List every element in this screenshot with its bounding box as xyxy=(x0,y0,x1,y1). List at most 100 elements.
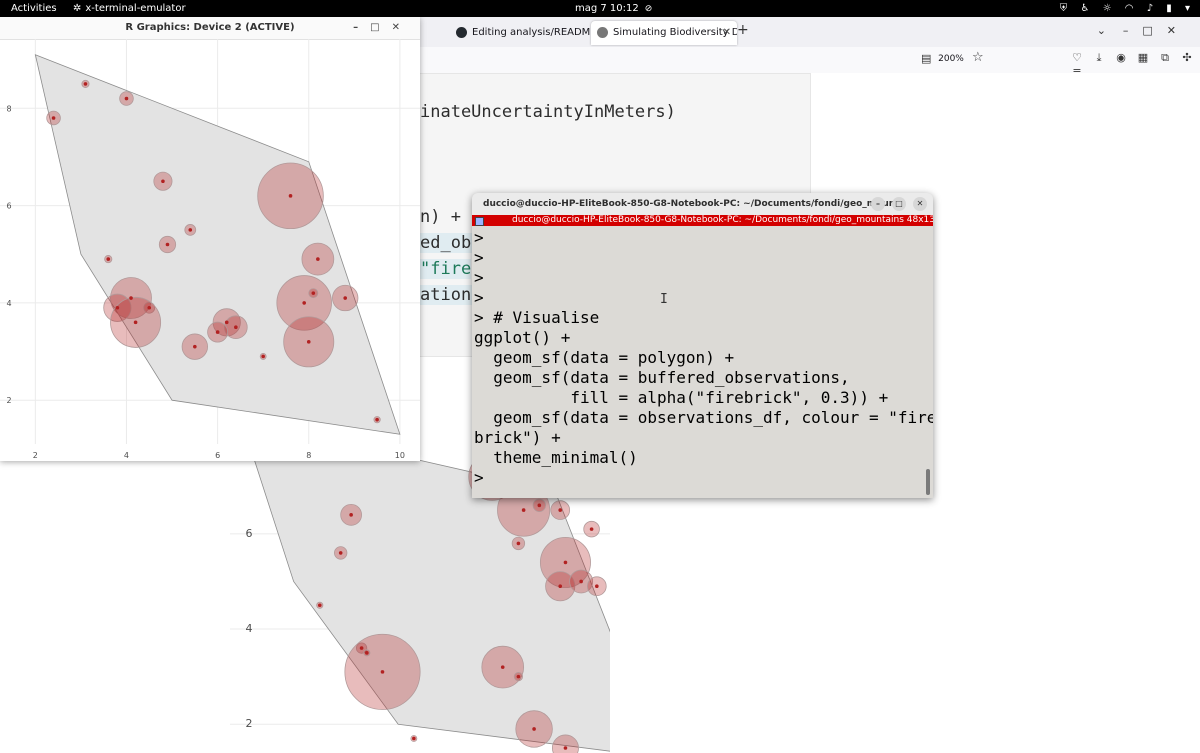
site-favicon-icon xyxy=(597,26,608,38)
observation-point xyxy=(359,646,364,650)
observation-point xyxy=(338,551,343,555)
zoom-level-button[interactable]: 200% xyxy=(937,52,965,67)
observation-point xyxy=(516,674,521,679)
pocket-icon[interactable]: ♡ xyxy=(1066,51,1088,64)
observation-point xyxy=(349,513,353,517)
observation-point xyxy=(558,508,563,512)
battery-icon: ▮ xyxy=(1166,3,1172,14)
github-icon xyxy=(456,26,467,38)
observation-point xyxy=(124,96,129,101)
study-area-polygon xyxy=(251,453,610,752)
browser-window-controls[interactable]: –□✕ xyxy=(1123,24,1190,37)
terminal-app-icon: ✲ xyxy=(73,3,82,14)
y-tick-label: 2 xyxy=(6,396,11,405)
observation-point xyxy=(521,508,526,512)
observation-point xyxy=(516,541,521,546)
page-plot: 2 4 6 xyxy=(230,453,610,753)
terminal-output[interactable]: > > > > > # Visualise ggplot() + geom_sf… xyxy=(474,228,933,496)
xterm-title: duccio@duccio-HP-EliteBook-850-G8-Notebo… xyxy=(512,215,933,225)
minimize-button[interactable]: – xyxy=(871,197,885,211)
reader-view-icon[interactable]: ▤ xyxy=(921,52,931,65)
top-bar: Activities ✲ x-terminal-emulator mag 7 10… xyxy=(0,0,1200,17)
observation-point xyxy=(558,584,563,589)
observation-point xyxy=(133,320,138,325)
observation-point xyxy=(537,503,542,508)
list-tabs-chevron-icon[interactable]: ⌄ xyxy=(1097,24,1106,37)
code-line: inateUncertaintyInMeters) xyxy=(420,102,676,122)
observation-point xyxy=(589,527,594,531)
x-tick-label: 10 xyxy=(395,451,405,460)
observation-point xyxy=(365,651,369,655)
observation-point xyxy=(165,242,170,247)
window-title: duccio@duccio-HP-EliteBook-850-G8-Notebo… xyxy=(483,199,906,209)
terminal-scrollbar[interactable] xyxy=(926,469,930,495)
x-tick-label: 6 xyxy=(215,451,220,460)
app-menu-label: x-terminal-emulator xyxy=(85,3,186,14)
observation-point xyxy=(188,228,193,232)
observation-point xyxy=(302,301,306,305)
observation-point xyxy=(375,417,379,422)
terminal-line: geom_sf(data = polygon) + xyxy=(474,348,735,367)
activities-button[interactable]: Activities xyxy=(11,0,57,17)
terminal-line: > xyxy=(474,248,484,267)
observation-point xyxy=(412,736,416,741)
xterm-icon xyxy=(475,217,484,226)
code-line: "fire xyxy=(420,259,472,279)
account-icon[interactable]: ◉ xyxy=(1110,51,1132,64)
accessibility-icon: ♿ xyxy=(1080,3,1090,14)
clock[interactable]: mag 7 10:12 ⊘ xyxy=(575,0,652,17)
terminal-line: > xyxy=(474,268,484,287)
r-graphics-window[interactable]: R Graphics: Device 2 (ACTIVE) –□✕ 2 4 6 8 10… xyxy=(0,17,420,461)
code-line: n) + xyxy=(420,207,461,227)
y-tick-label: 2 xyxy=(246,717,253,730)
observation-point xyxy=(161,179,165,184)
terminal-line: theme_minimal() xyxy=(474,448,638,467)
observation-point xyxy=(563,746,568,750)
terminal-line: geom_sf(data = buffered_observations, xyxy=(474,368,850,387)
terminal-titlebar[interactable]: duccio@duccio-HP-EliteBook-850-G8-Notebo… xyxy=(472,193,933,215)
bookmark-star-icon[interactable]: ☆ xyxy=(972,50,984,65)
observation-point xyxy=(51,116,56,120)
app-menu[interactable]: ✲ x-terminal-emulator xyxy=(73,0,186,17)
maximize-button[interactable]: □ xyxy=(892,197,906,211)
tab-simulating-biodiversity[interactable]: Simulating Biodiversity D ✕ xyxy=(591,21,737,45)
window-controls[interactable]: –□✕ xyxy=(353,17,412,39)
observation-point xyxy=(106,257,111,261)
extension-icon[interactable]: ⧉ xyxy=(1154,51,1176,65)
observation-point xyxy=(129,296,133,300)
new-tab-button[interactable]: + xyxy=(737,22,749,38)
system-tray[interactable]: ⛨ ♿ ☼ ◠ ♪ ▮ ▾ xyxy=(1050,0,1190,17)
observation-point xyxy=(83,82,88,86)
observation-point xyxy=(380,670,385,674)
extensions-puzzle-icon[interactable]: ✣ xyxy=(1176,51,1198,64)
observation-point xyxy=(343,296,348,300)
y-tick-label: 8 xyxy=(6,104,11,113)
observation-point xyxy=(215,330,220,334)
terminal-line: ggplot() + xyxy=(474,328,571,347)
terminal-line: > xyxy=(474,228,484,247)
close-tab-icon[interactable]: ✕ xyxy=(723,21,731,45)
terminal-prompt: > xyxy=(474,468,484,487)
r-graphics-titlebar[interactable]: R Graphics: Device 2 (ACTIVE) –□✕ xyxy=(0,17,420,40)
close-button[interactable]: ✕ xyxy=(913,197,927,211)
x-tick-label: 8 xyxy=(306,451,311,460)
observation-point xyxy=(234,325,238,330)
observation-point xyxy=(311,291,316,295)
terminal-line: brick") + xyxy=(474,428,561,447)
observation-point xyxy=(224,320,229,325)
tab-label: Editing analysis/README xyxy=(472,27,594,38)
observation-point xyxy=(317,603,322,608)
downloads-icon[interactable]: ⤓ xyxy=(1088,51,1110,65)
observation-point xyxy=(306,340,311,344)
tab-editing-readme[interactable]: Editing analysis/README xyxy=(450,21,594,45)
xterm-titlebar: duccio@duccio-HP-EliteBook-850-G8-Notebo… xyxy=(472,215,933,226)
observation-point xyxy=(595,584,599,589)
terminal-line: > # Visualise xyxy=(474,308,600,327)
brightness-icon: ☼ xyxy=(1102,3,1112,14)
zotero-icon[interactable]: ▦ xyxy=(1132,51,1154,64)
terminal-window[interactable]: duccio@duccio-HP-EliteBook-850-G8-Notebo… xyxy=(472,193,933,498)
observation-point xyxy=(579,579,583,584)
vpn-shield-icon: ⛨ xyxy=(1059,3,1068,14)
x-tick-label: 2 xyxy=(33,451,38,460)
y-tick-label: 6 xyxy=(6,202,11,211)
